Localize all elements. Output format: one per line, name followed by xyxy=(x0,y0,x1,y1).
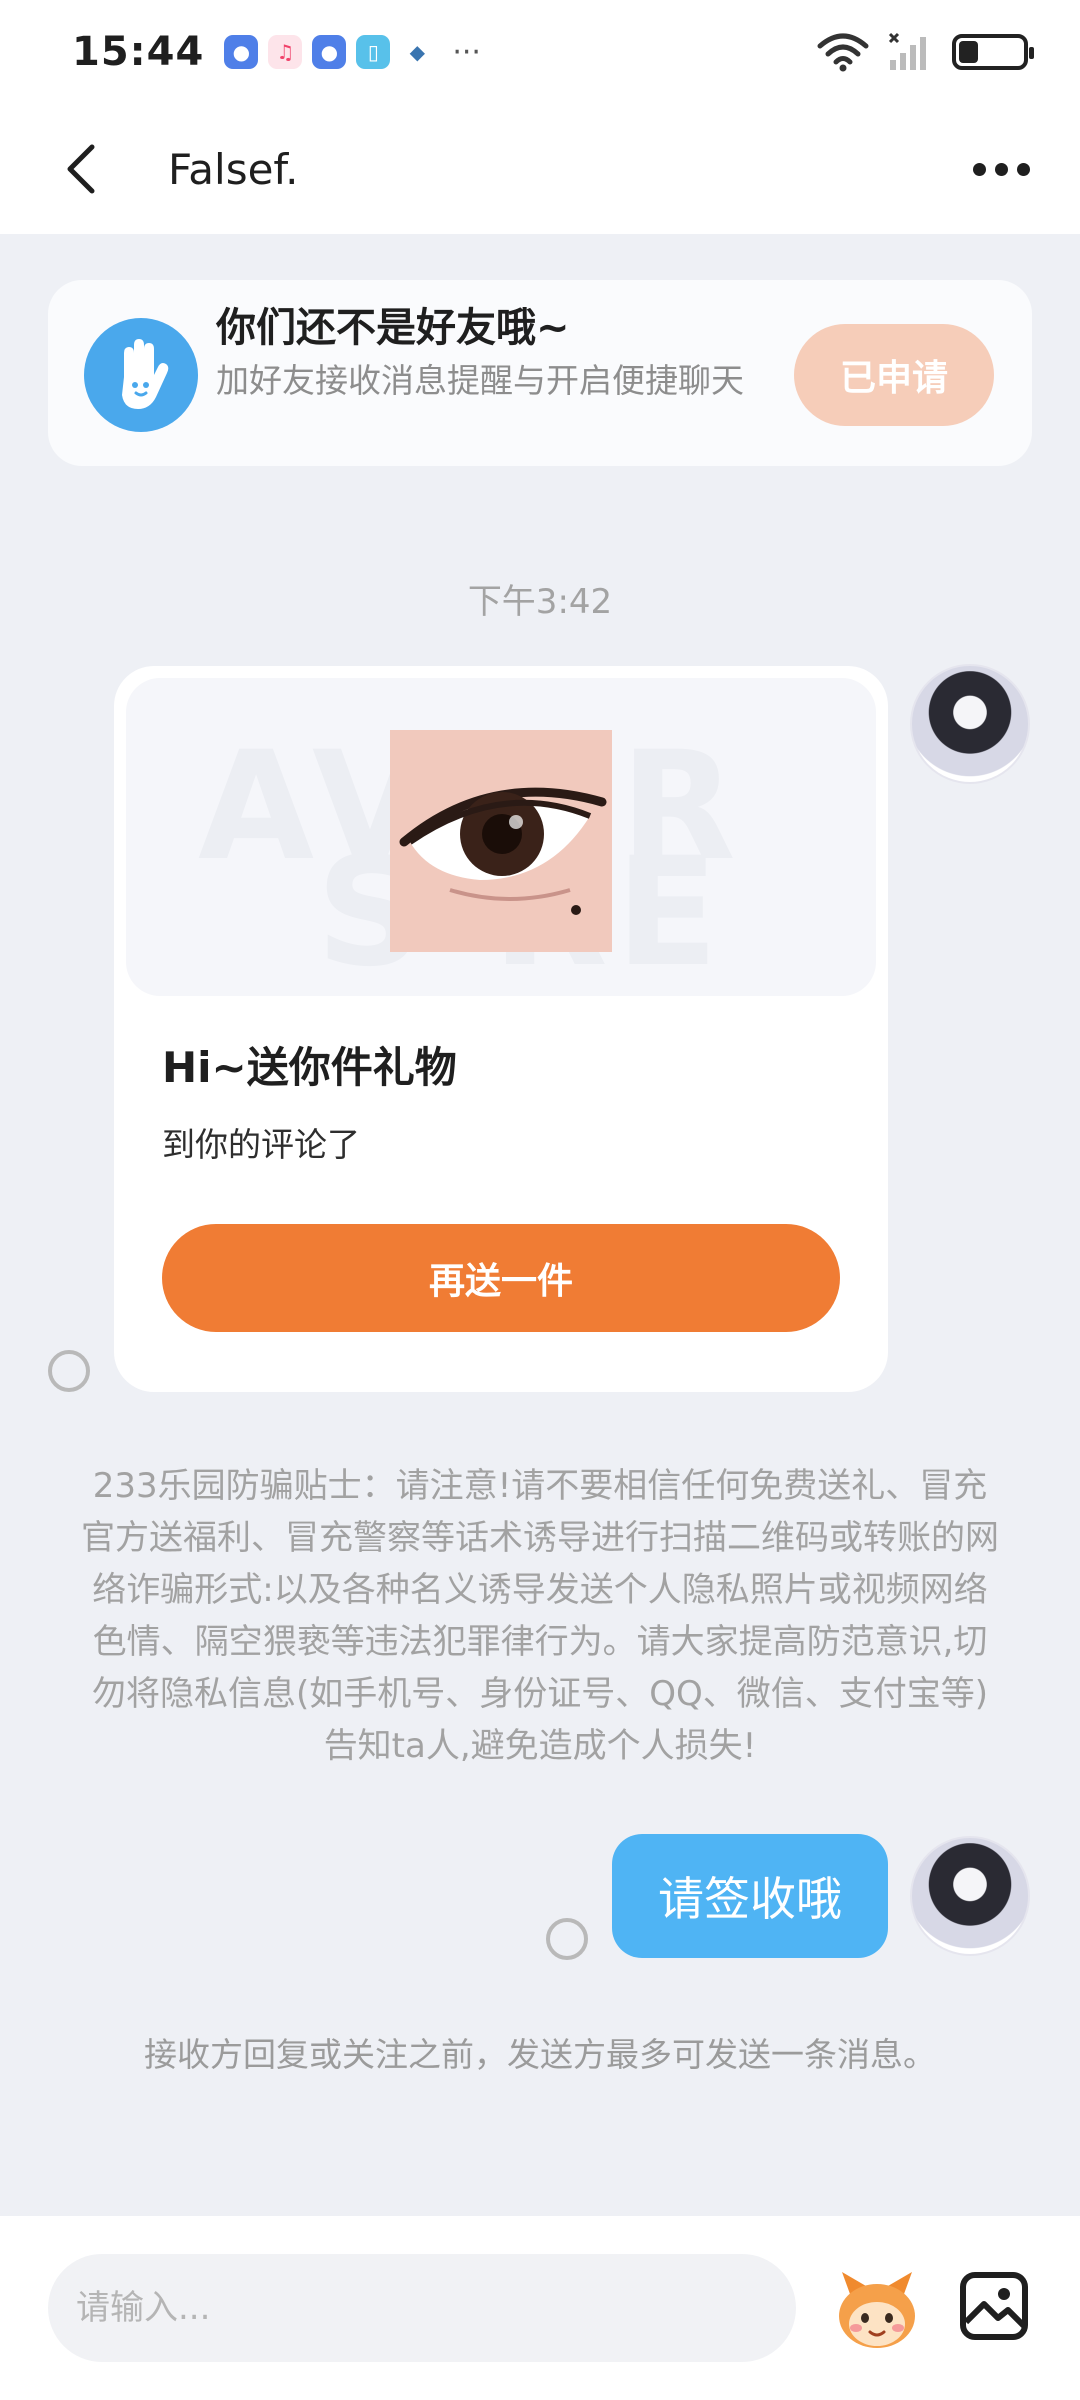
message-input[interactable] xyxy=(48,2254,796,2362)
dot-icon xyxy=(995,162,1008,176)
friend-request-banner: 你们还不是好友哦~ 加好友接收消息提醒与开启便捷聊天 已申请 xyxy=(48,280,1032,466)
status-app-icons: ● ♫ ● ▯ ◆ ··· xyxy=(224,35,481,70)
signal-icon xyxy=(888,32,926,70)
my-message-bubble[interactable]: 请签收哦 xyxy=(612,1834,888,1958)
gift-title: Hi~送你件礼物 xyxy=(162,1043,457,1092)
music-app-icon: ♫ xyxy=(268,35,303,69)
message-timestamp: 下午3:42 xyxy=(467,582,613,622)
status-bar: 15:44 ● ♫ ● ▯ ◆ ··· xyxy=(0,0,1080,104)
more-options-button[interactable] xyxy=(963,153,1040,186)
chat-title: Falsef. xyxy=(168,144,299,194)
banner-text: 你们还不是好友哦~ 加好友接收消息提醒与开启便捷聊天 xyxy=(216,302,776,406)
message-select-circle[interactable] xyxy=(48,1350,90,1392)
battery-icon xyxy=(952,34,1034,70)
status-more-icon: ··· xyxy=(452,34,481,70)
send-limit-notice: 接收方回复或关注之前，发送方最多可发送一条消息。 xyxy=(144,2035,936,2074)
applied-button[interactable]: 已申请 xyxy=(794,324,994,426)
dot-icon xyxy=(973,162,986,176)
image-icon xyxy=(960,2272,1028,2340)
browser-app-icon-2: ● xyxy=(312,35,347,69)
status-right xyxy=(816,32,1034,72)
chat-header: Falsef. xyxy=(0,104,1080,234)
battery-level xyxy=(959,41,978,63)
message-select-circle[interactable] xyxy=(546,1918,588,1960)
anti-fraud-tip: 233乐园防骗贴士：请注意!请不要相信任何免费送礼、冒充官方送福利、冒充警察等话… xyxy=(81,1466,999,1766)
input-bar xyxy=(0,2216,1080,2400)
back-button[interactable] xyxy=(56,139,106,199)
mascot-emoji-icon xyxy=(839,2272,915,2348)
reader-app-icon: ▯ xyxy=(356,35,391,69)
gift-image: AV AR S RE xyxy=(126,678,876,996)
banner-subtitle: 加好友接收消息提醒与开启便捷聊天 xyxy=(216,361,744,400)
emoji-button[interactable] xyxy=(832,2264,922,2354)
image-picker-button[interactable] xyxy=(958,2270,1030,2342)
wifi-icon xyxy=(817,33,869,72)
python-app-icon: ◆ xyxy=(409,40,426,64)
gift-description: 到你的评论了 xyxy=(162,1125,360,1164)
sender-avatar[interactable] xyxy=(910,1836,1030,1956)
send-another-gift-button[interactable]: 再送一件 xyxy=(162,1224,840,1332)
sender-avatar[interactable] xyxy=(910,664,1030,784)
banner-title: 你们还不是好友哦~ xyxy=(216,305,570,351)
browser-app-icon: ● xyxy=(224,35,259,69)
eye-makeup-image xyxy=(390,730,612,952)
dot-icon xyxy=(1017,162,1030,176)
gift-card-message[interactable]: AV AR S RE Hi~送你件礼物 到你的评论了 再送一件 xyxy=(114,666,888,1392)
chevron-left-icon xyxy=(67,144,95,194)
wave-hand-icon xyxy=(84,318,198,432)
status-time: 15:44 xyxy=(72,29,205,75)
